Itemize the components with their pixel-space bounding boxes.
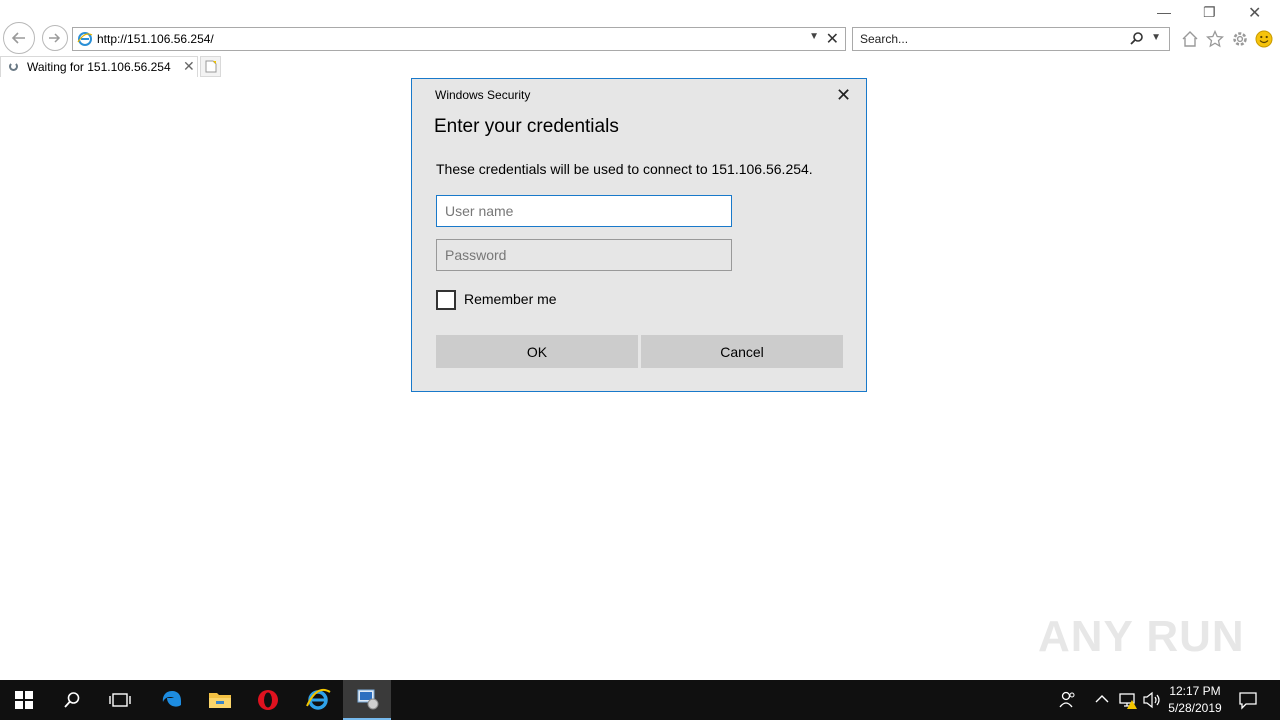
- back-button[interactable]: [3, 22, 35, 54]
- tab-close-icon[interactable]: ✕: [183, 58, 195, 75]
- back-arrow-icon: [11, 32, 25, 44]
- internet-explorer-icon: [306, 688, 331, 710]
- username-input[interactable]: [436, 195, 732, 227]
- network-app-icon: [357, 689, 379, 710]
- file-explorer-icon: [209, 693, 231, 708]
- taskbar-internet-explorer[interactable]: [294, 680, 342, 720]
- smiley-feedback-icon[interactable]: [1255, 30, 1273, 48]
- taskbar-edge[interactable]: [148, 680, 196, 720]
- edge-icon: [162, 691, 181, 707]
- new-tab-button[interactable]: [200, 56, 221, 77]
- taskbar-search-button[interactable]: [48, 680, 96, 720]
- taskbar-file-explorer[interactable]: [196, 680, 244, 720]
- forward-button[interactable]: [42, 25, 68, 51]
- dialog-message: These credentials will be used to connec…: [436, 161, 813, 177]
- search-icon[interactable]: [1129, 31, 1145, 47]
- chevron-up-icon[interactable]: [1095, 693, 1109, 705]
- tab-title: Waiting for 151.106.56.254: [27, 60, 171, 74]
- taskbar-opera[interactable]: [244, 680, 292, 720]
- task-view-icon: [109, 693, 131, 707]
- search-placeholder: Search...: [860, 32, 909, 46]
- dialog-heading: Enter your credentials: [434, 116, 619, 137]
- password-input[interactable]: [436, 239, 732, 271]
- clock-time: 12:17 PM: [1169, 684, 1221, 698]
- home-icon[interactable]: [1181, 30, 1199, 48]
- people-icon[interactable]: [1059, 690, 1077, 710]
- opera-icon: [258, 690, 278, 710]
- loading-spinner-icon: [9, 62, 18, 71]
- system-clock[interactable]: 12:17 PM 5/28/2019: [1160, 683, 1230, 717]
- taskbar-network-app[interactable]: [343, 680, 391, 720]
- windows-security-dialog: Windows Security ✕ Enter your credential…: [411, 78, 867, 392]
- stop-icon[interactable]: ✕: [826, 29, 839, 49]
- search-icon: [64, 692, 80, 708]
- close-window-icon[interactable]: ✕: [1248, 3, 1261, 23]
- remember-me-checkbox[interactable]: [436, 290, 456, 310]
- ie-page-icon: [77, 32, 93, 46]
- address-url: http://151.106.56.254/: [97, 32, 214, 46]
- ok-button[interactable]: OK: [436, 335, 638, 368]
- minimize-icon[interactable]: —: [1157, 4, 1171, 20]
- start-button[interactable]: [0, 680, 48, 720]
- forward-arrow-icon: [49, 33, 61, 43]
- dialog-close-icon[interactable]: ✕: [836, 85, 851, 106]
- address-dropdown-icon[interactable]: ▼: [809, 31, 819, 42]
- search-box[interactable]: Search... ▼: [852, 27, 1170, 51]
- new-tab-icon: [205, 60, 216, 73]
- volume-icon[interactable]: [1142, 690, 1162, 710]
- gear-icon[interactable]: [1231, 30, 1249, 48]
- task-view-button[interactable]: [96, 680, 144, 720]
- network-warning-icon[interactable]: [1118, 690, 1138, 710]
- tab-bar: Waiting for 151.106.56.254 ✕: [0, 56, 1280, 78]
- dialog-caption: Windows Security: [435, 88, 531, 102]
- restore-icon[interactable]: ❐: [1203, 4, 1216, 21]
- search-dropdown-icon[interactable]: ▼: [1151, 32, 1161, 43]
- windows-start-icon: [15, 691, 33, 709]
- remember-me-label: Remember me: [464, 291, 557, 307]
- favorites-star-icon[interactable]: [1206, 30, 1224, 48]
- clock-date: 5/28/2019: [1168, 701, 1222, 715]
- cancel-button[interactable]: Cancel: [641, 335, 843, 368]
- taskbar: 12:17 PM 5/28/2019: [0, 680, 1280, 720]
- notifications-icon[interactable]: [1238, 690, 1258, 710]
- tab-waiting[interactable]: Waiting for 151.106.56.254 ✕: [0, 56, 198, 77]
- address-bar[interactable]: http://151.106.56.254/ ▼ ✕: [72, 27, 846, 51]
- anyrun-watermark: ANY RUN: [1038, 612, 1245, 661]
- browser-toolbar: http://151.106.56.254/ ▼ ✕ Search... ▼ —…: [0, 0, 1280, 56]
